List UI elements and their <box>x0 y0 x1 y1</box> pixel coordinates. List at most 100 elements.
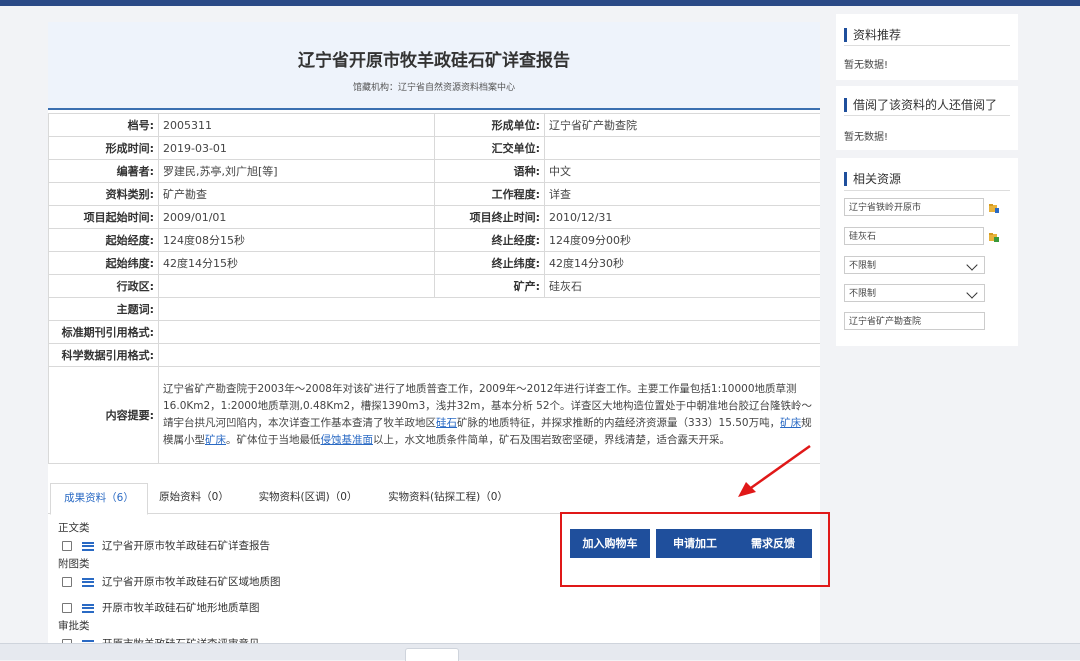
top-nav-bar <box>0 0 1080 6</box>
tab-raw[interactable]: 原始资料（0） <box>152 483 236 513</box>
table-row: 标准期刊引用格式: <box>48 320 820 344</box>
field-value: 中文 <box>544 159 820 183</box>
field-label: 形成时间: <box>48 136 159 160</box>
field-label: 汇交单位: <box>434 136 545 160</box>
collection-institution: 馆藏机构：辽宁省自然资源资料档案中心 <box>352 83 515 93</box>
list-item: 辽宁省开原市牧羊政硅石矿详查报告 <box>58 536 498 556</box>
related-title: 相关资源 <box>844 172 901 186</box>
field-value: 2005311 <box>158 113 435 137</box>
also-borrowed-empty: 暂无数据! <box>844 132 889 143</box>
field-label: 起始经度: <box>48 228 159 252</box>
list-item: 开原市牧羊政硅石矿地形地质草图 <box>58 598 498 618</box>
bottom-tab-handle[interactable] <box>405 648 459 661</box>
field-label: 档号: <box>48 113 159 137</box>
abstract-segment: 矿脉的地质特征，并探求推断的内蕴经济资源量（333）15.50万吨， <box>457 417 781 429</box>
table-row: 资料类别: 矿产勘查 工作程度: 详查 <box>48 182 820 206</box>
select-value: 不限制 <box>849 261 877 271</box>
related-mineral-input[interactable]: 硅灰石 <box>844 227 984 245</box>
field-label: 语种: <box>434 159 545 183</box>
chevron-down-icon <box>966 259 978 271</box>
table-row: 编著者: 罗建民,苏亭,刘广旭[等] 语种: 中文 <box>48 159 820 183</box>
bottom-status-bar <box>0 643 1080 661</box>
field-value: 2010/12/31 <box>544 205 820 229</box>
abstract-text: 辽宁省矿产勘查院于2003年～2008年对该矿进行了地质普查工作，2009年～2… <box>158 366 820 464</box>
table-row: 科学数据引用格式: <box>48 343 820 367</box>
file-list: 正文类 辽宁省开原市牧羊政硅石矿详查报告 附图类 辽宁省开原市牧羊政硅石矿区域地… <box>58 520 498 644</box>
field-label: 主题词: <box>48 297 159 321</box>
field-label: 内容提要: <box>48 366 159 464</box>
table-row: 形成时间: 2019-03-01 汇交单位: <box>48 136 820 160</box>
divider <box>844 45 1010 46</box>
tab-results[interactable]: 成果资料（6） <box>50 483 148 515</box>
report-header: 辽宁省开原市牧羊政硅石矿详查报告 馆藏机构：辽宁省自然资源资料档案中心 <box>48 22 820 110</box>
keyword-link[interactable]: 侵蚀基准面 <box>321 434 374 446</box>
divider <box>844 115 1010 116</box>
field-value: 42度14分30秒 <box>544 251 820 275</box>
file-checkbox[interactable] <box>62 603 72 613</box>
field-value <box>158 320 820 344</box>
field-value <box>158 274 435 298</box>
recommend-panel: 资料推荐 暂无数据! <box>836 14 1018 80</box>
file-checkbox[interactable] <box>62 577 72 587</box>
field-value: 详查 <box>544 182 820 206</box>
resource-tabs: 成果资料（6） 原始资料（0） 实物资料(区调)（0） 实物资料(钻探工程)（0… <box>48 483 820 515</box>
table-row: 主题词: <box>48 297 820 321</box>
field-value: 124度09分00秒 <box>544 228 820 252</box>
divider <box>844 190 1010 191</box>
table-row: 内容提要: 辽宁省矿产勘查院于2003年～2008年对该矿进行了地质普查工作，2… <box>48 366 820 464</box>
field-value: 辽宁省矿产勘查院 <box>544 113 820 137</box>
keyword-link[interactable]: 矿床 <box>205 434 226 446</box>
field-label: 项目终止时间: <box>434 205 545 229</box>
field-value: 2009/01/01 <box>158 205 435 229</box>
field-label: 矿产: <box>434 274 545 298</box>
field-label: 资料类别: <box>48 182 159 206</box>
folder-search-icon[interactable] <box>988 202 1000 214</box>
list-icon <box>82 603 94 613</box>
list-icon <box>82 577 94 587</box>
field-label: 标准期刊引用格式: <box>48 320 159 344</box>
table-row: 起始纬度: 42度14分15秒 终止纬度: 42度14分30秒 <box>48 251 820 275</box>
field-label: 终止经度: <box>434 228 545 252</box>
field-label: 项目起始时间: <box>48 205 159 229</box>
tab-physical-drilling[interactable]: 实物资料(钻探工程)（0） <box>378 483 518 513</box>
file-category: 附图类 <box>58 558 90 570</box>
file-name[interactable]: 辽宁省开原市牧羊政硅石矿详查报告 <box>102 536 270 556</box>
field-value: 124度08分15秒 <box>158 228 435 252</box>
related-unit-input[interactable]: 辽宁省矿产勘查院 <box>844 312 985 330</box>
field-value: 硅灰石 <box>544 274 820 298</box>
file-name[interactable]: 辽宁省开原市牧羊政硅石矿区域地质图 <box>102 572 281 592</box>
tab-physical-survey[interactable]: 实物资料(区调)（0） <box>248 483 368 513</box>
field-value: 罗建民,苏亭,刘广旭[等] <box>158 159 435 183</box>
folder-tree-icon[interactable] <box>988 231 1000 243</box>
field-value <box>158 343 820 367</box>
recommend-empty: 暂无数据! <box>844 60 889 71</box>
related-region-input[interactable]: 辽宁省铁岭开原市 <box>844 198 984 216</box>
keyword-link[interactable]: 矿床 <box>780 417 801 429</box>
table-row: 行政区: 矿产: 硅灰石 <box>48 274 820 298</box>
filter-select-2[interactable]: 不限制 <box>844 284 985 302</box>
recommend-title: 资料推荐 <box>844 28 901 42</box>
field-label: 科学数据引用格式: <box>48 343 159 367</box>
also-borrowed-panel: 借阅了该资料的人还借阅了 暂无数据! <box>836 86 1018 150</box>
table-row: 档号: 2005311 形成单位: 辽宁省矿产勘查院 <box>48 113 820 137</box>
keyword-link[interactable]: 硅石 <box>436 417 457 429</box>
select-value: 不限制 <box>849 289 877 299</box>
file-name[interactable]: 开原市牧羊政硅石矿地形地质草图 <box>102 598 260 618</box>
field-label: 起始纬度: <box>48 251 159 275</box>
table-row: 项目起始时间: 2009/01/01 项目终止时间: 2010/12/31 <box>48 205 820 229</box>
file-checkbox[interactable] <box>62 541 72 551</box>
file-category: 正文类 <box>58 522 90 534</box>
field-label: 行政区: <box>48 274 159 298</box>
field-value: 矿产勘查 <box>158 182 435 206</box>
metadata-table: 档号: 2005311 形成单位: 辽宁省矿产勘查院 形成时间: 2019-03… <box>48 113 820 464</box>
chevron-down-icon <box>966 287 978 299</box>
also-borrowed-title: 借阅了该资料的人还借阅了 <box>844 98 997 112</box>
abstract-segment: 以上，水文地质条件简单，矿石及围岩致密坚硬，界线清楚，适合露天开采。 <box>373 434 730 446</box>
field-value <box>158 297 820 321</box>
filter-select-1[interactable]: 不限制 <box>844 256 985 274</box>
field-label: 工作程度: <box>434 182 545 206</box>
list-item: 辽宁省开原市牧羊政硅石矿区域地质图 <box>58 572 498 592</box>
annotation-arrow-icon <box>738 444 811 497</box>
field-label: 编著者: <box>48 159 159 183</box>
table-row: 起始经度: 124度08分15秒 终止经度: 124度09分00秒 <box>48 228 820 252</box>
